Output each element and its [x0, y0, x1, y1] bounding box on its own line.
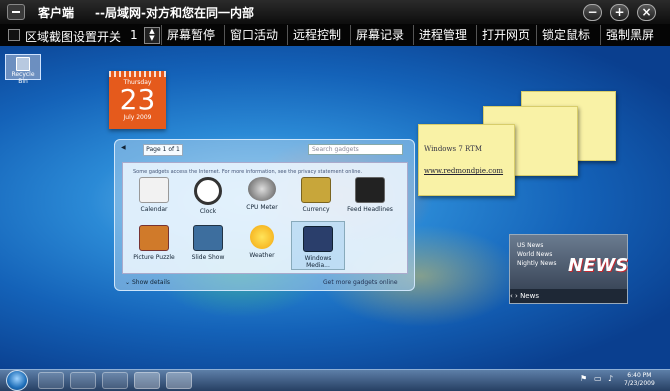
close-button[interactable]: ×: [637, 4, 656, 21]
gadget-label: Calendar: [140, 206, 168, 213]
gadget-windows-media[interactable]: Windows Media...: [291, 221, 345, 270]
news-item[interactable]: US News: [517, 241, 556, 250]
gadget-calendar[interactable]: Calendar: [129, 177, 179, 213]
taskbar-gadgets-icon[interactable]: [166, 372, 192, 389]
gadget-slide-show[interactable]: Slide Show: [183, 225, 233, 261]
calendar-day: 23: [119, 83, 156, 116]
weather-sun-icon: [250, 225, 274, 249]
calendar-rings: [109, 71, 166, 77]
bin-glyph: [16, 57, 30, 71]
remote-control-button[interactable]: 远程控制: [287, 25, 350, 45]
chevron-down-icon: ⌄: [125, 279, 131, 286]
tray-flag-icon[interactable]: ⚑: [580, 374, 587, 383]
currency-icon: [301, 177, 331, 203]
gallery-info-text: Some gadgets access the Internet. For mo…: [133, 169, 363, 175]
gadget-feed-headlines[interactable]: Feed Headlines: [345, 177, 395, 213]
lock-mouse-button[interactable]: 锁定鼠标: [536, 25, 600, 45]
region-capture-label: 区域截图设置开关: [25, 30, 122, 44]
gadget-label: Currency: [302, 206, 330, 213]
open-webpage-button[interactable]: 打开网页: [476, 25, 536, 45]
control-toolbar: 区域截图设置开关 1 ▲ ▼ 屏幕暂停 窗口活动 远程控制 屏幕记录 进程管理 …: [0, 24, 670, 46]
gadget-grid: Some gadgets access the Internet. For mo…: [122, 162, 408, 274]
remote-client-window: 客户端 --局域网-对方和您在同一内部 − + × 区域截图设置开关 1 ▲ ▼…: [0, 0, 670, 391]
gallery-nav: ◀ Page 1 of 1: [121, 144, 183, 156]
calendar-icon: [139, 177, 169, 203]
value-stepper[interactable]: ▲ ▼: [144, 27, 160, 44]
clock-time: 6:40 PM: [627, 372, 652, 379]
gadget-weather[interactable]: Weather: [237, 225, 287, 259]
gadget-clock[interactable]: Clock: [183, 177, 233, 215]
sticky-note-front[interactable]: Windows 7 RTM www.redmondpie.com: [418, 124, 515, 196]
tray-volume-icon[interactable]: ♪: [608, 374, 613, 383]
gadget-label: Weather: [249, 252, 275, 259]
slide-show-icon: [193, 225, 223, 251]
gadget-label: Picture Puzzle: [133, 254, 175, 261]
calendar-month-year: July 2009: [123, 114, 152, 121]
news-item[interactable]: Nightly News: [517, 259, 556, 268]
gallery-page-label: Page 1 of 1: [143, 144, 183, 156]
clock-date: 7/23/2009: [624, 380, 655, 387]
screen-record-button[interactable]: 屏幕记录: [350, 25, 413, 45]
region-capture-checkbox[interactable]: [8, 29, 20, 41]
show-details-label: Show details: [131, 279, 171, 286]
gadget-picture-puzzle[interactable]: Picture Puzzle: [129, 225, 179, 261]
minimize-button[interactable]: −: [583, 4, 602, 21]
news-bar-label: News: [520, 292, 539, 300]
taskbar-ie-icon[interactable]: [38, 372, 64, 389]
gadget-gallery-window[interactable]: ◀ Page 1 of 1 Search gadgets Some gadget…: [114, 139, 415, 291]
clock-icon: [194, 177, 222, 205]
tray-network-icon[interactable]: ▭: [594, 374, 602, 383]
taskbar-clock[interactable]: 6:40 PM 7/23/2009: [624, 372, 655, 388]
news-bar: ‹ › News: [510, 289, 627, 303]
process-manager-button[interactable]: 进程管理: [413, 25, 476, 45]
news-nav-icon[interactable]: ‹ ›: [510, 292, 518, 300]
feed-headlines-icon: [355, 177, 385, 203]
recycle-bin-label: Recycle Bin: [11, 71, 35, 85]
gadget-label: Windows Media...: [304, 255, 332, 269]
windows-start-icon[interactable]: [6, 370, 28, 391]
taskbar: ⚑ ▭ ♪ 6:40 PM 7/23/2009: [0, 369, 670, 391]
note-line-2: www.redmondpie.com: [424, 167, 504, 175]
recycle-bin-icon[interactable]: Recycle Bin: [5, 54, 41, 85]
gadget-label: CPU Meter: [246, 204, 278, 211]
news-logo: NEWS: [568, 255, 629, 276]
taskbar-media-icon[interactable]: [102, 372, 128, 389]
force-blackscreen-button[interactable]: 强制黑屏: [600, 25, 670, 45]
calendar-gadget[interactable]: Thursday 23 July 2009: [109, 71, 166, 129]
spin-value[interactable]: 1: [130, 28, 138, 42]
window-activity-button[interactable]: 窗口活动: [224, 25, 287, 45]
gadget-currency[interactable]: Currency: [291, 177, 341, 213]
get-more-gadgets-link[interactable]: Get more gadgets online: [323, 279, 398, 286]
news-item[interactable]: World News: [517, 250, 556, 259]
cpu-meter-icon: [248, 177, 276, 201]
stepper-down-icon[interactable]: ▼: [145, 35, 159, 42]
news-gadget[interactable]: US News World News Nightly News NEWS ‹ ›…: [509, 234, 628, 304]
gadget-label: Clock: [199, 208, 217, 215]
note-line-1: Windows 7 RTM: [424, 145, 482, 153]
window-subtitle: --局域网-对方和您在同一内部: [95, 6, 254, 20]
gadget-label: Feed Headlines: [347, 206, 393, 213]
app-menu-icon[interactable]: [7, 4, 25, 20]
gadget-label: Slide Show: [191, 254, 225, 261]
gadget-cpu-meter[interactable]: CPU Meter: [237, 177, 287, 211]
news-items: US News World News Nightly News: [517, 241, 556, 268]
show-details-toggle[interactable]: ⌄ Show details: [125, 279, 170, 286]
prev-arrow-icon[interactable]: ◀: [121, 144, 126, 151]
pause-screen-button[interactable]: 屏幕暂停: [161, 25, 224, 45]
picture-puzzle-icon: [139, 225, 169, 251]
title-bar: 客户端 --局域网-对方和您在同一内部 − + ×: [0, 0, 670, 24]
taskbar-explorer-icon[interactable]: [70, 372, 96, 389]
windows-media-icon: [303, 226, 333, 252]
maximize-button[interactable]: +: [610, 4, 629, 21]
gadget-search-input[interactable]: Search gadgets: [308, 144, 403, 155]
window-title: 客户端: [38, 6, 75, 20]
taskbar-notes-icon[interactable]: [134, 372, 160, 389]
remote-desktop-view[interactable]: Recycle Bin Thursday 23 July 2009 Window…: [0, 46, 670, 369]
